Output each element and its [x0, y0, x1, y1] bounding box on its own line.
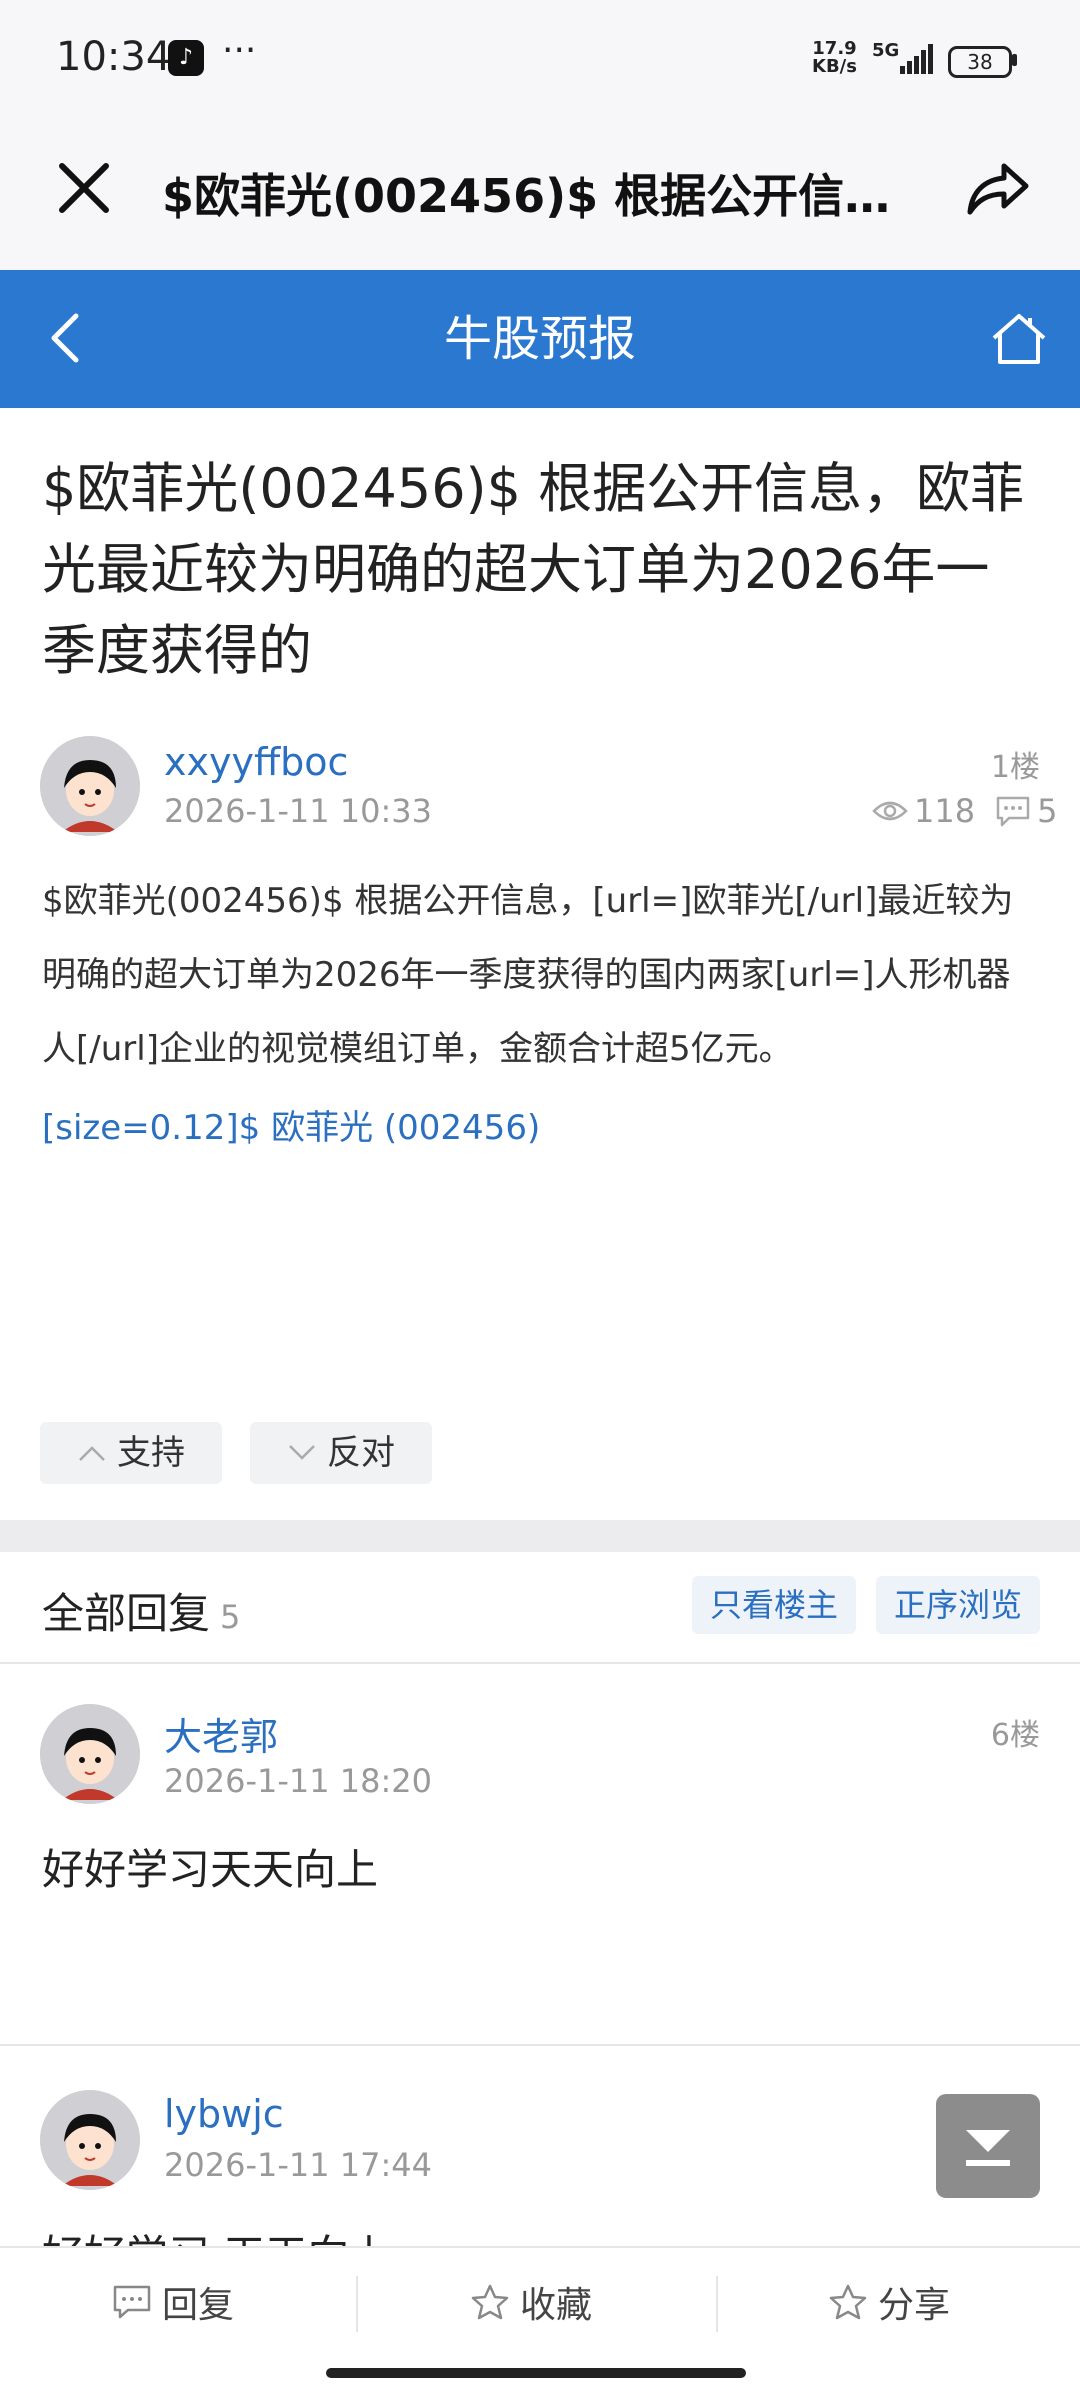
chevron-up-icon — [79, 1446, 105, 1461]
reply-author[interactable]: 大老郭 — [164, 1706, 278, 1761]
bottom-separator — [716, 2276, 718, 2332]
chevron-down-icon — [289, 1445, 315, 1460]
oppose-label: 反对 — [327, 1433, 395, 1473]
favorite-button[interactable]: 收藏 — [470, 2270, 592, 2334]
star-icon — [471, 2284, 509, 2320]
post-title: $欧菲光(002456)$ 根据公开信息，欧菲光最近较为明确的超大订单为2026… — [42, 457, 1025, 682]
eye-icon — [872, 801, 908, 821]
reply-date: 2026-1-11 18:20 — [164, 1762, 432, 1800]
reply-body: 好好学习天天向上 — [42, 1845, 379, 1894]
replies-header: 全部回复 5 — [42, 1580, 240, 1641]
avatar[interactable] — [40, 1704, 140, 1804]
bottom-separator — [356, 2276, 358, 2332]
status-time: 10:34 — [56, 34, 172, 80]
share-bottom-button[interactable]: 分享 — [828, 2270, 950, 2334]
star-icon — [829, 2284, 867, 2320]
signal-icon — [900, 44, 933, 74]
reply-label: 回复 — [162, 2285, 235, 2326]
support-button[interactable]: 支持 — [40, 1422, 222, 1484]
scroll-to-bottom-button[interactable] — [936, 2094, 1040, 2198]
stock-link[interactable]: [size=0.12]$ 欧菲光 (002456) — [42, 1100, 540, 1149]
share-icon[interactable] — [966, 156, 1030, 220]
comment-count: 5 — [1037, 792, 1058, 830]
floor-number: 1楼 — [990, 750, 1040, 785]
support-label: 支持 — [117, 1433, 185, 1473]
download-arrow-icon — [966, 2130, 1010, 2166]
close-icon[interactable] — [56, 160, 112, 216]
only-op-button[interactable]: 只看楼主 — [692, 1576, 857, 1634]
home-indicator[interactable] — [326, 2368, 746, 2378]
avatar-image — [40, 2090, 140, 2190]
reply-floor: 6楼 — [990, 1718, 1040, 1753]
status-bar: 10:34 ♪ ··· 17.9 KB/s 5G 38 — [0, 0, 1080, 120]
comment-icon — [113, 2285, 151, 2319]
share-label: 分享 — [878, 2285, 951, 2326]
avatar[interactable] — [40, 736, 140, 836]
oppose-button[interactable]: 反对 — [250, 1422, 432, 1484]
page-title: $欧菲光(002456)$ 根据公开信息... — [162, 169, 922, 223]
sort-button[interactable]: 正序浏览 — [876, 1576, 1041, 1634]
reply-author[interactable]: lybwjc — [164, 2092, 284, 2136]
replies-title: 全部回复 — [42, 1589, 211, 1638]
battery-icon: 38 — [948, 46, 1012, 78]
reply-date: 2026-1-11 17:44 — [164, 2146, 432, 2184]
avatar[interactable] — [40, 2090, 140, 2190]
battery-tip — [1012, 54, 1017, 66]
divider — [0, 1662, 1080, 1664]
network-speed: 17.9 KB/s — [812, 38, 857, 77]
replies-count: 5 — [220, 1598, 241, 1636]
reply-button[interactable]: 回复 — [112, 2270, 234, 2334]
more-notifications-icon: ··· — [222, 30, 257, 71]
avatar-image — [40, 1704, 140, 1804]
favorite-label: 收藏 — [520, 2285, 593, 2326]
avatar-image — [40, 736, 140, 836]
site-title: 牛股预报 — [443, 311, 636, 367]
author-name[interactable]: xxyyffboc — [164, 740, 348, 784]
comment-icon — [996, 796, 1030, 827]
network-type: 5G — [872, 40, 900, 61]
post-date: 2026-1-11 10:33 — [164, 792, 432, 830]
post-stats: 118 5 — [872, 792, 1057, 830]
post-body: $欧菲光(002456)$ 根据公开信息，[url=]欧菲光[/url]最近较为… — [42, 881, 1014, 1069]
tiktok-icon: ♪ — [168, 40, 204, 76]
view-count: 118 — [914, 792, 976, 830]
section-divider — [0, 1520, 1080, 1552]
divider — [0, 2044, 1080, 2046]
home-icon[interactable] — [990, 310, 1048, 368]
